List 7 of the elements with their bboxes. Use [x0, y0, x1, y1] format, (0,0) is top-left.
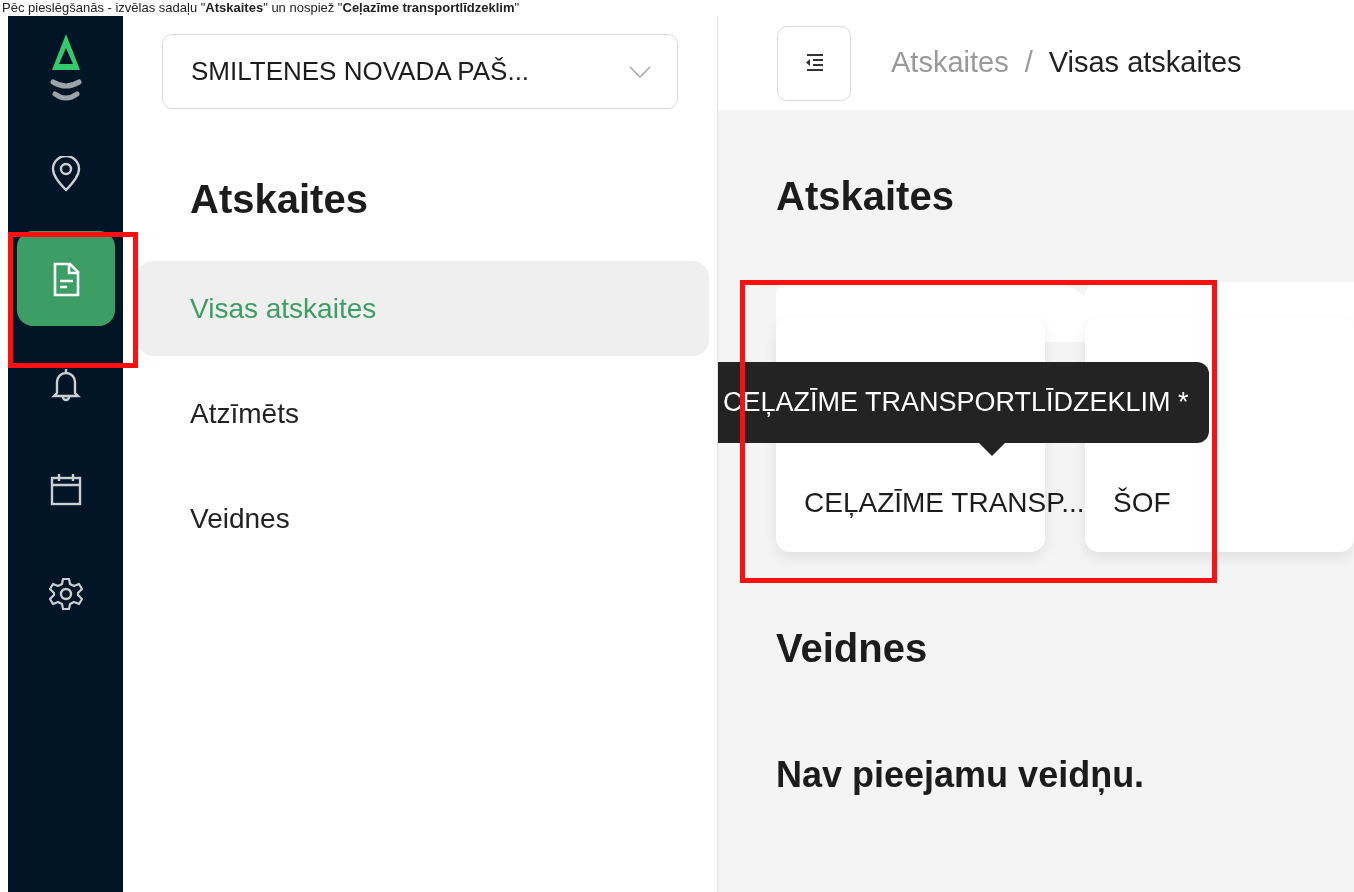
- panel-title: Atskaites: [190, 176, 369, 223]
- breadcrumb-separator: /: [1024, 45, 1033, 81]
- caption-text: Pēc pieslēgšanās - izvēlas sadaļu "Atskaites" un nospiež "Ceļazīme transportlīdzeklim": [1, 0, 521, 16]
- section-title: Veidnes: [776, 625, 929, 672]
- breadcrumb-current: Visas atskaites: [1048, 45, 1242, 81]
- empty-message: Nav pieejamu veidņu.: [776, 753, 1146, 797]
- section-title: Atskaites: [776, 173, 955, 220]
